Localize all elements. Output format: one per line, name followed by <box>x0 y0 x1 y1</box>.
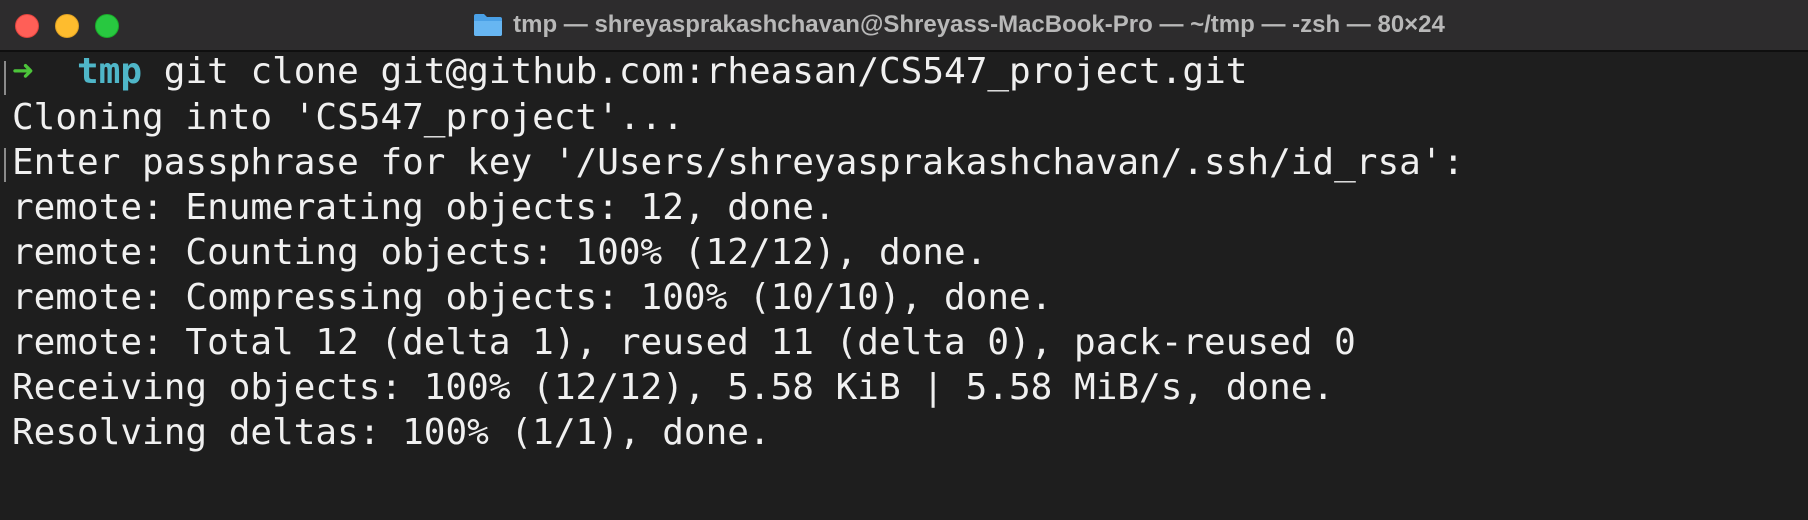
terminal-content[interactable]: ➜ tmp git clone git@github.com:rheasan/C… <box>0 52 1808 520</box>
command-text: git clone git@github.com:rheasan/CS547_p… <box>163 52 1248 92</box>
output-line: Resolving deltas: 100% (1/1), done. <box>12 412 771 453</box>
prompt-arrow-icon: ➜ <box>12 52 34 92</box>
cursor-edge-marker <box>4 148 6 182</box>
title-bar[interactable]: tmp — shreyasprakashchavan@Shreyass-MacB… <box>0 0 1808 52</box>
cursor-edge-marker <box>4 61 6 95</box>
folder-icon <box>474 14 503 36</box>
window-title-area: tmp — shreyasprakashchavan@Shreyass-MacB… <box>0 0 1808 50</box>
prompt-directory: tmp <box>77 52 143 92</box>
terminal-window: tmp — shreyasprakashchavan@Shreyass-MacB… <box>0 0 1808 520</box>
window-title: tmp — shreyasprakashchavan@Shreyass-MacB… <box>513 11 1445 38</box>
